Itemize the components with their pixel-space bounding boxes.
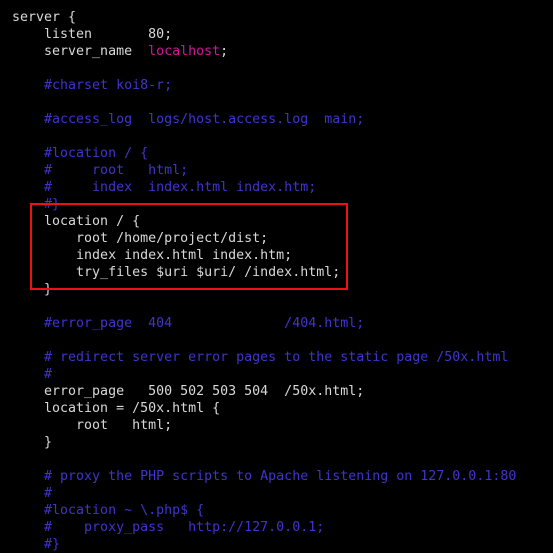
code-token-blank: [12, 333, 20, 348]
code-line[interactable]: [12, 94, 516, 111]
code-token-comment: #: [12, 486, 53, 501]
code-token-default: root /home/project/dist;: [12, 231, 269, 246]
code-line[interactable]: index index.html index.htm;: [12, 247, 516, 264]
code-token-default: error_page 500 502 503 504 /50x.html;: [12, 384, 365, 399]
code-token-comment: #location / {: [12, 146, 149, 161]
code-token-comment: #charset koi8-r;: [12, 78, 173, 93]
code-token-default: server_name: [12, 44, 149, 59]
code-token-comment: #}: [12, 197, 61, 212]
code-token-default: ;: [220, 44, 229, 59]
code-line[interactable]: }: [12, 281, 516, 298]
code-line[interactable]: }: [12, 434, 516, 451]
code-line[interactable]: [12, 298, 516, 315]
code-token-comment: # index index.html index.htm;: [12, 180, 317, 195]
code-token-default: listen 80;: [12, 27, 173, 42]
code-line[interactable]: # proxy_pass http://127.0.0.1;: [12, 519, 516, 536]
code-line[interactable]: #location / {: [12, 145, 516, 162]
code-line[interactable]: # root html;: [12, 162, 516, 179]
code-line[interactable]: # index index.html index.htm;: [12, 179, 516, 196]
code-token-blank: [12, 452, 20, 467]
code-line[interactable]: #: [12, 366, 516, 383]
code-line[interactable]: #: [12, 485, 516, 502]
code-token-default: location / {: [12, 214, 141, 229]
code-line[interactable]: try_files $uri $uri/ /index.html;: [12, 264, 516, 281]
code-line[interactable]: listen 80;: [12, 26, 516, 43]
code-token-default: location = /50x.html {: [12, 401, 221, 416]
code-line[interactable]: #}: [12, 536, 516, 553]
code-line[interactable]: #}: [12, 196, 516, 213]
code-line[interactable]: server_name localhost;: [12, 43, 516, 60]
code-token-comment: #access_log logs/host.access.log main;: [12, 112, 365, 127]
code-token-blank: [12, 129, 20, 144]
code-token-default: }: [12, 435, 53, 450]
code-line[interactable]: #location ~ \.php$ {: [12, 502, 516, 519]
code-token-default: server {: [12, 10, 77, 25]
code-token-comment: #}: [12, 537, 61, 552]
code-token-comment: # proxy_pass http://127.0.0.1;: [12, 520, 325, 535]
code-line[interactable]: [12, 60, 516, 77]
code-token-blank: [12, 61, 20, 76]
code-token-default: index index.html index.htm;: [12, 248, 293, 263]
code-token-comment: # redirect server error pages to the sta…: [12, 350, 509, 365]
code-token-default: }: [12, 282, 53, 297]
code-token-blank: [12, 95, 20, 110]
code-line[interactable]: [12, 451, 516, 468]
code-token-comment: #error_page 404 /404.html;: [12, 316, 365, 331]
code-line[interactable]: #error_page 404 /404.html;: [12, 315, 516, 332]
code-line[interactable]: # proxy the PHP scripts to Apache listen…: [12, 468, 516, 485]
code-text-area[interactable]: server { listen 80; server_name localhos…: [12, 9, 516, 553]
code-token-comment: #: [12, 367, 53, 382]
code-token-comment: # proxy the PHP scripts to Apache listen…: [12, 469, 517, 484]
code-line[interactable]: [12, 128, 516, 145]
code-line[interactable]: error_page 500 502 503 504 /50x.html;: [12, 383, 516, 400]
code-line[interactable]: location / {: [12, 213, 516, 230]
code-line[interactable]: [12, 332, 516, 349]
code-token-string: localhost: [148, 44, 221, 59]
code-line[interactable]: location = /50x.html {: [12, 400, 516, 417]
code-line[interactable]: root html;: [12, 417, 516, 434]
code-line[interactable]: # redirect server error pages to the sta…: [12, 349, 516, 366]
code-line[interactable]: root /home/project/dist;: [12, 230, 516, 247]
code-line[interactable]: #charset koi8-r;: [12, 77, 516, 94]
code-line[interactable]: server {: [12, 9, 516, 26]
code-token-blank: [12, 299, 20, 314]
code-token-comment: # root html;: [12, 163, 189, 178]
code-token-comment: #location ~ \.php$ {: [12, 503, 205, 518]
code-token-default: try_files $uri $uri/ /index.html;: [12, 265, 341, 280]
code-line[interactable]: #access_log logs/host.access.log main;: [12, 111, 516, 128]
code-token-default: root html;: [12, 418, 173, 433]
nginx-config-editor[interactable]: server { listen 80; server_name localhos…: [0, 0, 553, 552]
